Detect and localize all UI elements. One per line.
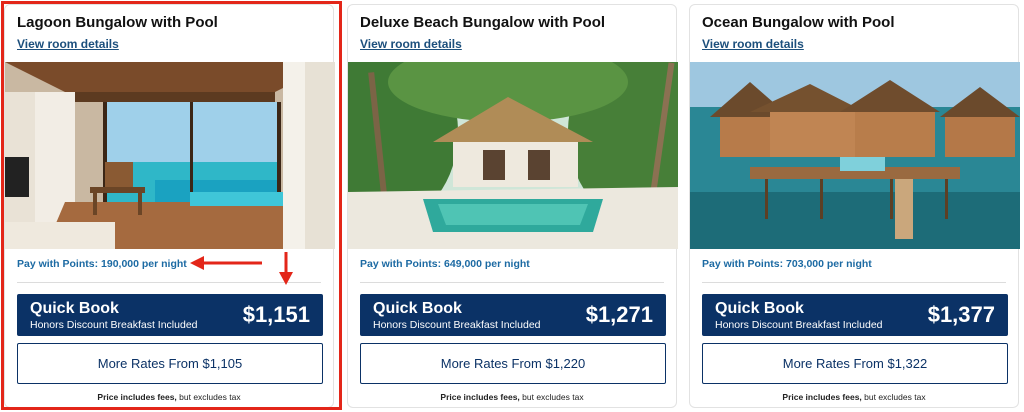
fees-note-bold: Price includes fees, <box>97 392 177 402</box>
points-price: Pay with Points: 190,000 per night <box>17 258 187 270</box>
quick-book-button[interactable]: Quick Book Honors Discount Breakfast Inc… <box>360 294 666 336</box>
room-title: Ocean Bungalow with Pool <box>702 14 895 31</box>
room-photo[interactable] <box>348 62 678 249</box>
quick-book-price: $1,271 <box>585 302 653 327</box>
fees-note-bold: Price includes fees, <box>440 392 520 402</box>
fees-note-rest: but excludes tax <box>519 392 584 402</box>
divider <box>17 282 321 283</box>
more-rates-button[interactable]: More Rates From $1,220 <box>360 343 666 384</box>
view-room-details-link[interactable]: View room details <box>360 37 462 51</box>
room-card-deluxe-beach: Deluxe Beach Bungalow with Pool View roo… <box>347 4 678 408</box>
fees-note-rest: but excludes tax <box>861 392 926 402</box>
room-card-lagoon: Lagoon Bungalow with Pool View room deta… <box>4 4 335 408</box>
quick-book-rate-name: Honors Discount Breakfast Included <box>373 319 541 331</box>
room-title: Lagoon Bungalow with Pool <box>17 14 218 31</box>
fees-note-bold: Price includes fees, <box>782 392 862 402</box>
view-room-details-link[interactable]: View room details <box>17 37 119 51</box>
fees-note: Price includes fees, but excludes tax <box>690 392 1018 402</box>
fees-note: Price includes fees, but excludes tax <box>5 392 333 402</box>
quick-book-label: Quick Book <box>715 300 804 317</box>
quick-book-rate-name: Honors Discount Breakfast Included <box>30 319 198 331</box>
room-photo[interactable] <box>690 62 1020 249</box>
quick-book-label: Quick Book <box>30 300 119 317</box>
quick-book-rate-name: Honors Discount Breakfast Included <box>715 319 883 331</box>
fees-note-rest: but excludes tax <box>176 392 241 402</box>
quick-book-price: $1,151 <box>242 302 310 327</box>
quick-book-button[interactable]: Quick Book Honors Discount Breakfast Inc… <box>702 294 1008 336</box>
divider <box>360 282 664 283</box>
room-title: Deluxe Beach Bungalow with Pool <box>360 14 606 31</box>
more-rates-button[interactable]: More Rates From $1,105 <box>17 343 323 384</box>
room-photo[interactable] <box>5 62 335 249</box>
room-card-ocean: Ocean Bungalow with Pool View room detai… <box>689 4 1020 408</box>
points-price: Pay with Points: 649,000 per night <box>360 258 530 270</box>
fees-note: Price includes fees, but excludes tax <box>348 392 676 402</box>
divider <box>702 282 1006 283</box>
quick-book-label: Quick Book <box>373 300 462 317</box>
more-rates-button[interactable]: More Rates From $1,322 <box>702 343 1008 384</box>
points-price: Pay with Points: 703,000 per night <box>702 258 872 270</box>
view-room-details-link[interactable]: View room details <box>702 37 804 51</box>
quick-book-price: $1,377 <box>927 302 995 327</box>
quick-book-button[interactable]: Quick Book Honors Discount Breakfast Inc… <box>17 294 323 336</box>
